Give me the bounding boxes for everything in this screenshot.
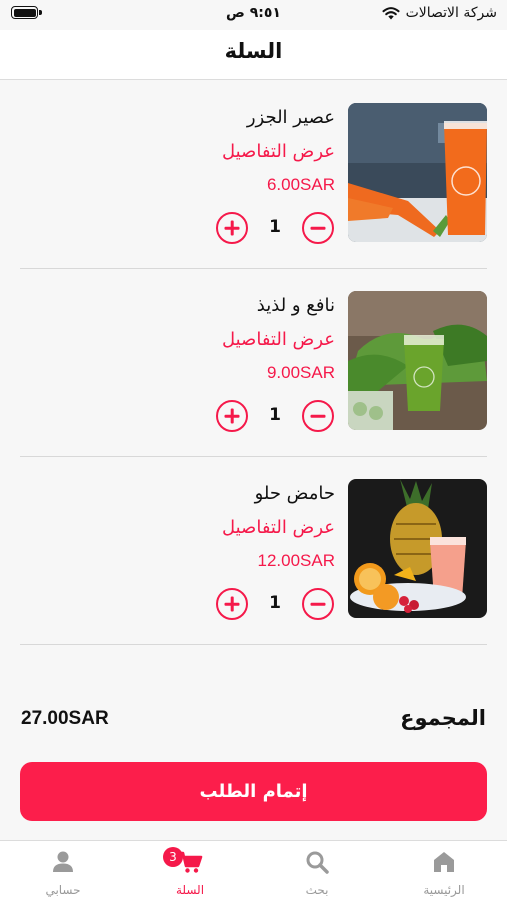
quantity-stepper: 1 bbox=[216, 212, 336, 244]
page-title: السلة bbox=[224, 39, 283, 63]
quantity-stepper: 1 bbox=[216, 400, 336, 432]
checkout-button[interactable]: إتمام الطلب bbox=[20, 762, 487, 821]
status-bar: ٩:٥١ ص شركة الاتصالات bbox=[0, 0, 507, 30]
wifi-icon bbox=[382, 7, 400, 20]
product-price: 12.00SAR bbox=[257, 551, 336, 570]
decrease-quantity-button[interactable] bbox=[302, 588, 334, 620]
product-image-carrot-juice[interactable] bbox=[348, 103, 487, 242]
product-price: 6.00SAR bbox=[266, 175, 335, 194]
tab-label: السلة bbox=[175, 883, 205, 897]
product-image-green-juice[interactable] bbox=[348, 291, 487, 430]
item-divider bbox=[20, 644, 487, 645]
product-image-sweet-sour[interactable] bbox=[348, 479, 487, 618]
increase-quantity-button[interactable] bbox=[216, 400, 248, 432]
home-icon bbox=[434, 852, 454, 872]
tab-label: الرئيسية bbox=[423, 883, 465, 897]
tab-home[interactable]: الرئيسية bbox=[381, 841, 507, 900]
cart-item: حامض حلو عرض التفاصيل 12.00SAR 1 bbox=[0, 457, 507, 645]
view-details-link[interactable]: عرض التفاصيل bbox=[222, 329, 335, 350]
cart-item: نافع و لذيذ عرض التفاصيل 9.00SAR 1 bbox=[0, 269, 507, 457]
decrease-quantity-button[interactable] bbox=[302, 212, 334, 244]
tab-bar: الرئيسية بحث 3 السلة حسابي bbox=[0, 840, 507, 900]
product-name: نافع و لذيذ bbox=[256, 295, 335, 316]
tab-cart[interactable]: 3 السلة bbox=[127, 841, 253, 900]
increase-quantity-button[interactable] bbox=[216, 588, 248, 620]
quantity-value: 1 bbox=[269, 217, 281, 237]
total-label: المجموع bbox=[400, 706, 486, 730]
cart-item: عصير الجزر عرض التفاصيل 6.00SAR 1 bbox=[0, 81, 507, 269]
search-icon bbox=[306, 851, 329, 874]
total-value: 27.00SAR bbox=[21, 708, 109, 729]
carrier-info: شركة الاتصالات bbox=[382, 5, 497, 21]
view-details-link[interactable]: عرض التفاصيل bbox=[222, 141, 335, 162]
decrease-quantity-button[interactable] bbox=[302, 400, 334, 432]
cart-count-badge: 3 bbox=[163, 847, 183, 867]
product-price: 9.00SAR bbox=[266, 363, 335, 382]
tab-account[interactable]: حسابي bbox=[0, 841, 126, 900]
tab-search[interactable]: بحث bbox=[254, 841, 380, 900]
quantity-stepper: 1 bbox=[216, 588, 336, 620]
person-icon bbox=[53, 851, 73, 872]
increase-quantity-button[interactable] bbox=[216, 212, 248, 244]
quantity-value: 1 bbox=[269, 405, 281, 425]
view-details-link[interactable]: عرض التفاصيل bbox=[222, 517, 335, 538]
tab-label: بحث bbox=[305, 883, 329, 897]
product-name: حامض حلو bbox=[254, 483, 335, 504]
page-header: السلة bbox=[0, 30, 507, 80]
quantity-value: 1 bbox=[269, 593, 281, 613]
cart-total-row: المجموع 27.00SAR bbox=[0, 700, 507, 740]
tab-label: حسابي bbox=[45, 883, 81, 897]
product-name: عصير الجزر bbox=[246, 107, 335, 128]
carrier-name: شركة الاتصالات bbox=[405, 5, 497, 21]
